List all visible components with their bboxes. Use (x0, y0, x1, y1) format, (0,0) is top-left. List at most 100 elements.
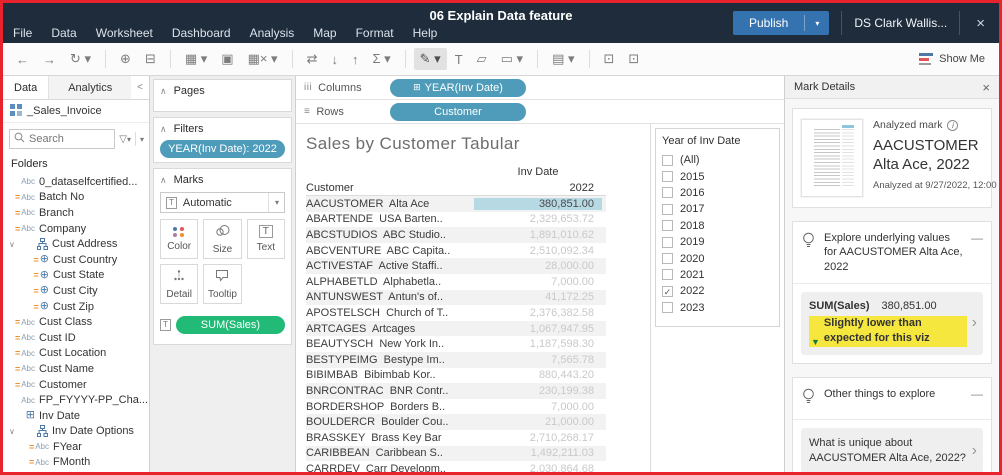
table-row[interactable]: ALPHABETLD Alphabetla..7,000.00 (306, 274, 606, 290)
show-me-button[interactable]: Show Me (919, 53, 993, 66)
expand-hierarchy-icon[interactable]: ⊞ (413, 82, 421, 93)
share-icon[interactable]: ⊡ (622, 48, 645, 70)
size-button[interactable]: Size (203, 219, 241, 259)
table-row[interactable]: BRASSKEY Brass Key Bar2,710,268.17 (306, 430, 606, 446)
checkbox-icon[interactable] (662, 253, 673, 264)
field-branch[interactable]: =AbcBranch (3, 205, 149, 221)
value-cell[interactable]: 1,492,211.03 (474, 447, 602, 459)
pages-card[interactable]: ∧ Pages (153, 79, 292, 112)
checkbox-icon[interactable] (662, 302, 673, 313)
filter-option-2015[interactable]: 2015 (662, 168, 773, 184)
account-label[interactable]: DS Clark Wallis... (854, 16, 947, 30)
show-mark-labels-icon[interactable]: T (449, 49, 469, 70)
format-icon[interactable]: ▱ (471, 48, 493, 70)
menu-file[interactable]: File (13, 26, 32, 40)
value-cell[interactable]: 2,710,268.17 (474, 432, 602, 444)
checkbox-icon[interactable]: ✓ (662, 286, 673, 297)
value-cell[interactable]: 21,000.00 (474, 416, 602, 428)
table-row[interactable]: CARRDEV Carr Developm..2,030,864.68 (306, 461, 606, 475)
expander-icon[interactable]: ∨ (9, 240, 18, 249)
rows-shelf[interactable]: ≡ Rows Customer (296, 100, 784, 124)
menu-help[interactable]: Help (413, 26, 438, 40)
filter-option-2022[interactable]: ✓2022 (662, 283, 773, 299)
checkbox-icon[interactable] (662, 204, 673, 215)
checkbox-icon[interactable] (662, 269, 673, 280)
sum-sales-insight-card[interactable]: SUM(Sales) 380,851.00 ▼ Slightly lower t… (801, 292, 983, 355)
table-row[interactable]: CARIBBEAN Caribbean S..1,492,211.03 (306, 446, 606, 462)
menu-map[interactable]: Map (313, 26, 336, 40)
filter-option-2016[interactable]: 2016 (662, 185, 773, 201)
table-row[interactable]: BORDERSHOP Borders B..7,000.00 (306, 399, 606, 415)
chevron-right-icon[interactable]: › (972, 442, 977, 460)
tab-analytics[interactable]: Analytics (48, 76, 131, 99)
table-row[interactable]: BNRCONTRAC BNR Contr..230,199.38 (306, 383, 606, 399)
filter-option-2017[interactable]: 2017 (662, 201, 773, 217)
search-input[interactable] (29, 133, 110, 145)
checkbox-icon[interactable] (662, 187, 673, 198)
mark-type-dropdown[interactable]: T Automatic ▾ (160, 192, 285, 213)
field-inv-date-options[interactable]: ∨Inv Date Options (3, 424, 149, 440)
table-row[interactable]: AACUSTOMER Alta Ace380,851.00 (306, 196, 606, 212)
text-button[interactable]: TText (247, 219, 285, 259)
field-inv-date[interactable]: ⊞Inv Date (3, 408, 149, 424)
filters-card[interactable]: ∧ Filters YEAR(Inv Date): 2022 (153, 117, 292, 163)
value-cell[interactable]: 7,565.78 (474, 354, 602, 366)
field-cust-city[interactable]: =⊕Cust City (3, 283, 149, 299)
expander-icon[interactable]: ∨ (9, 427, 18, 436)
checkbox-icon[interactable] (662, 220, 673, 231)
unique-question-card[interactable]: What is unique about AACUSTOMER Alta Ace… (801, 428, 983, 472)
undo-icon[interactable]: ← (10, 49, 35, 70)
table-row[interactable]: BIBIMBAB Bibimbab Kor..880,443.20 (306, 368, 606, 384)
publish-button[interactable]: Publish ▾ (733, 11, 829, 35)
value-cell[interactable]: 41,172.25 (474, 291, 602, 303)
menu-dashboard[interactable]: Dashboard (172, 26, 231, 40)
checkbox-icon[interactable] (662, 171, 673, 182)
checkbox-icon[interactable] (662, 237, 673, 248)
field-batch-no[interactable]: =AbcBatch No (3, 190, 149, 206)
field-cust-id[interactable]: =AbcCust ID (3, 330, 149, 346)
field-fyear[interactable]: =AbcFYear (3, 439, 149, 455)
duplicate-sheet-icon[interactable]: ▣ (215, 48, 239, 70)
table-row[interactable]: APOSTELSCH Church of T..2,376,382.58 (306, 305, 606, 321)
sum-sales-pill[interactable]: SUM(Sales) (176, 316, 285, 334)
fit-icon[interactable]: ▭ ▾ (495, 48, 529, 70)
collapse-section-icon[interactable]: — (971, 231, 983, 245)
pause-updates-icon[interactable]: ⊟ (139, 48, 162, 70)
menu-analysis[interactable]: Analysis (250, 26, 295, 40)
field-cust-country[interactable]: =⊕Cust Country (3, 252, 149, 268)
value-cell[interactable]: 1,891,010.62 (474, 229, 602, 241)
filter-option-2021[interactable]: 2021 (662, 267, 773, 283)
filter-option-2023[interactable]: 2023 (662, 300, 773, 316)
pane-options-caret-icon[interactable]: ▾ (140, 135, 144, 144)
filter-fields-icon[interactable]: ▽▾ (119, 134, 131, 145)
field-cust-class[interactable]: =AbcCust Class (3, 314, 149, 330)
value-cell[interactable]: 2,329,653.72 (474, 213, 602, 225)
value-cell[interactable]: 1,067,947.95 (474, 323, 602, 335)
info-icon[interactable]: i (947, 120, 958, 131)
presentation-mode-icon[interactable]: ⊡ (598, 48, 621, 70)
tab-data[interactable]: Data (3, 76, 48, 99)
filter-option-2019[interactable]: 2019 (662, 234, 773, 250)
columns-pill-year-inv-date[interactable]: ⊞ YEAR(Inv Date) (390, 79, 526, 97)
value-cell[interactable]: 2,030,864.68 (474, 463, 602, 475)
collapse-pane-icon[interactable]: < (131, 82, 149, 93)
value-cell[interactable]: 230,199.38 (474, 385, 602, 397)
cell-size-icon[interactable]: ▤ ▾ (546, 48, 580, 70)
close-explain-icon[interactable]: × (982, 80, 990, 95)
sort-ascending-icon[interactable]: ↓ (325, 49, 344, 70)
new-datasource-icon[interactable]: ⊕ (114, 48, 137, 70)
detail-button[interactable]: Detail (160, 264, 198, 304)
field-cust-state[interactable]: =⊕Cust State (3, 268, 149, 284)
color-button[interactable]: Color (160, 219, 198, 259)
menu-data[interactable]: Data (51, 26, 76, 40)
columns-shelf[interactable]: iii Columns ⊞ YEAR(Inv Date) (296, 76, 784, 100)
field-cust-location[interactable]: =AbcCust Location (3, 346, 149, 362)
table-row[interactable]: ACTIVESTAF Active Staffi..28,000.00 (306, 258, 606, 274)
table-row[interactable]: ABCVENTURE ABC Capita..2,510,092.34 (306, 243, 606, 259)
field-cust-zip[interactable]: =⊕Cust Zip (3, 299, 149, 315)
menu-format[interactable]: Format (356, 26, 394, 40)
table-row[interactable]: BEAUTYSCH New York In..1,187,598.30 (306, 336, 606, 352)
collapse-pages-icon[interactable]: ∧ (160, 86, 167, 97)
datasource-row[interactable]: _Sales_Invoice (3, 100, 149, 123)
collapse-filters-icon[interactable]: ∧ (160, 124, 167, 135)
